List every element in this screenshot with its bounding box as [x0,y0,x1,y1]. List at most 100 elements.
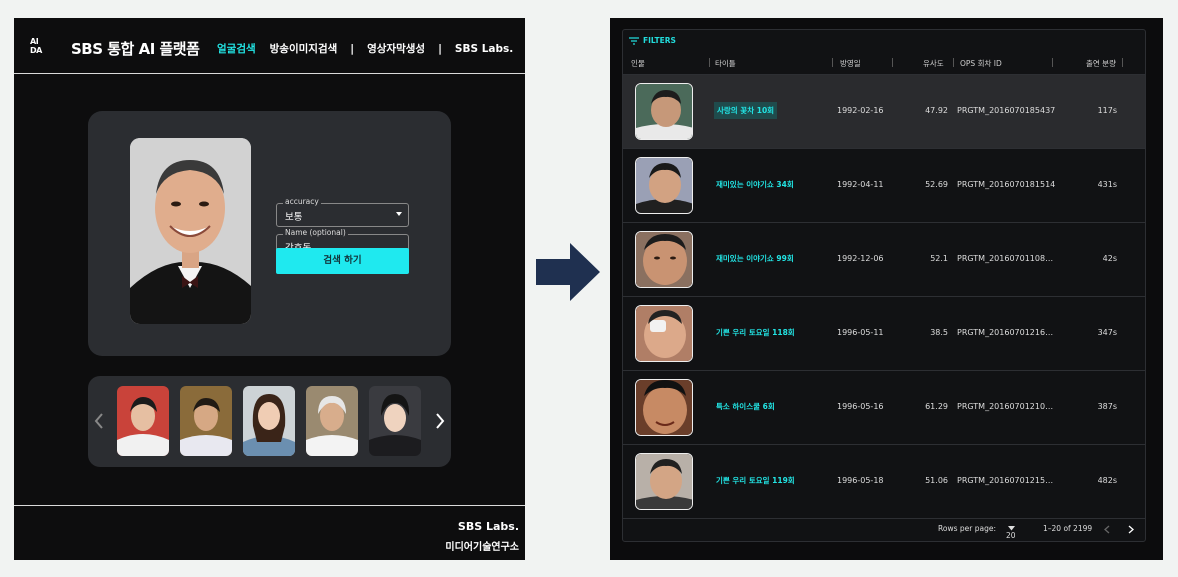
person-face-thumbnail [635,379,693,436]
col-duration[interactable]: 출연 분량 [1086,58,1116,69]
search-button[interactable]: 검색 하기 [276,248,409,274]
row-similarity: 52.1 [930,254,948,263]
chevron-right-icon[interactable] [435,412,445,430]
top-nav-bar: AI DA SBS 통합 AI 플랫폼 얼굴검색 방송이미지검색 | 영상자막생… [14,18,525,74]
face-image-6 [636,454,692,509]
chevron-right-icon[interactable] [1128,525,1134,534]
col-title[interactable]: 타이틀 [715,58,736,69]
row-ops-id: PRGTM_2016070185437 [957,106,1056,115]
row-duration: 117s [1097,106,1117,115]
nav-broadcast-image-search[interactable]: 방송이미지검색 [263,41,345,56]
person-thumbnail-1 [117,386,169,456]
col-similarity[interactable]: 유사도 [923,58,944,69]
row-title: 재미있는 이야기쇼 99회 [716,254,794,263]
nav-separator: | [438,42,442,55]
row-ops-id: PRGTM_2016070181514 [957,180,1056,189]
footer-media-tech-lab: 미디어기술연구소 [445,542,519,553]
rows-per-page-label: Rows per page: [938,524,996,533]
person-face-thumbnail [635,453,693,510]
row-title: 기쁜 우리 토요일 119회 [716,476,795,485]
face-image-3 [636,232,692,287]
face-image-2 [636,158,692,213]
row-duration: 347s [1097,328,1117,337]
table-row[interactable]: 사랑의 꽃차 10회 1992-02-16 47.92 PRGTM_201607… [623,75,1145,149]
carousel-thumb[interactable] [369,386,421,456]
nav-face-search[interactable]: 얼굴검색 [217,41,263,56]
row-duration: 431s [1097,180,1117,189]
pagination: Rows per page: 20 1–20 of 2199 [623,517,1145,541]
results-table: FILTERS 인물 타이틀 방영일 유사도 OPS 회차 ID 출연 분량 사… [622,29,1146,542]
main-nav: 얼굴검색 방송이미지검색 | 영상자막생성 | SBS Labs. [217,41,520,56]
row-duration: 42s [1102,254,1117,263]
portrait-illustration [130,138,251,324]
row-similarity: 52.69 [925,180,948,189]
filters-label: FILTERS [643,36,676,45]
carousel-thumb[interactable] [306,386,358,456]
row-title: 사랑의 꽃차 10회 [714,102,778,119]
name-label: Name (optional) [283,228,348,237]
row-date: 1992-12-06 [837,254,884,263]
table-row[interactable]: 재미있는 이야기쇼 34회 1992-04-11 52.69 PRGTM_201… [623,149,1145,223]
row-duration: 482s [1097,476,1117,485]
filter-icon [629,36,639,45]
results-panel: FILTERS 인물 타이틀 방영일 유사도 OPS 회차 ID 출연 분량 사… [610,18,1163,560]
arrow-right-icon [536,243,600,301]
table-row[interactable]: 특소 하이스쿨 6회 1996-05-16 61.29 PRGTM_201607… [623,371,1145,445]
table-row[interactable]: 기쁜 우리 토요일 118회 1996-05-11 38.5 PRGTM_201… [623,297,1145,371]
query-portrait-image[interactable] [130,138,251,324]
person-thumbnail-2 [180,386,232,456]
accuracy-value: 보통 [285,212,303,223]
face-image-1 [636,84,692,139]
celebrity-carousel [88,376,451,467]
row-date: 1996-05-16 [837,402,884,411]
carousel-thumb[interactable] [243,386,295,456]
page-range: 1–20 of 2199 [1043,524,1093,533]
chevron-left-icon[interactable] [94,412,104,430]
rows-per-page-select[interactable]: 20 [1006,524,1016,540]
search-card: accuracy 보통 Name (optional) 강호동 검색 하기 [88,111,451,356]
row-date: 1992-04-11 [837,180,884,189]
row-ops-id: PRGTM_20160701210… [957,402,1054,411]
table-header: 인물 타이틀 방영일 유사도 OPS 회차 ID 출연 분량 [623,52,1145,75]
brand-title: SBS 통합 AI 플랫폼 [71,40,200,58]
filters-button[interactable]: FILTERS [629,36,676,45]
row-title: 재미있는 이야기쇼 34회 [716,180,794,189]
row-title: 특소 하이스쿨 6회 [716,402,775,411]
accuracy-select[interactable]: accuracy 보통 [276,197,409,227]
row-ops-id: PRGTM_20160701215… [957,476,1054,485]
person-face-thumbnail [635,231,693,288]
aida-logo[interactable]: AI DA [30,37,56,57]
col-person[interactable]: 인물 [631,58,645,69]
table-row[interactable]: 기쁜 우리 토요일 119회 1996-05-18 51.06 PRGTM_20… [623,445,1145,519]
row-date: 1996-05-11 [837,328,884,337]
row-date: 1992-02-16 [837,106,884,115]
face-image-5 [636,380,692,435]
col-ops-id[interactable]: OPS 회차 ID [960,58,1002,69]
person-face-thumbnail [635,305,693,362]
person-thumbnail-4 [306,386,358,456]
table-row[interactable]: 재미있는 이야기쇼 99회 1992-12-06 52.1 PRGTM_2016… [623,223,1145,297]
chevron-down-icon [396,212,402,216]
accuracy-label: accuracy [283,197,321,206]
col-airdate[interactable]: 방영일 [840,58,861,69]
nav-subtitle-generation[interactable]: 영상자막생성 [360,41,432,56]
nav-sbs-labs[interactable]: SBS Labs. [448,43,520,55]
row-ops-id: PRGTM_20160701216… [957,328,1054,337]
row-date: 1996-05-18 [837,476,884,485]
person-face-thumbnail [635,157,693,214]
chevron-left-icon[interactable] [1104,525,1110,534]
row-similarity: 61.29 [925,402,948,411]
person-face-thumbnail [635,83,693,140]
row-similarity: 51.06 [925,476,948,485]
row-similarity: 47.92 [925,106,948,115]
person-thumbnail-3 [243,386,295,456]
carousel-thumb[interactable] [117,386,169,456]
row-duration: 387s [1097,402,1117,411]
face-search-panel: AI DA SBS 통합 AI 플랫폼 얼굴검색 방송이미지검색 | 영상자막생… [14,18,525,560]
row-ops-id: PRGTM_20160701108… [957,254,1054,263]
carousel-thumb[interactable] [180,386,232,456]
row-similarity: 38.5 [930,328,948,337]
nav-separator: | [350,42,355,55]
person-thumbnail-5 [369,386,421,456]
row-title: 기쁜 우리 토요일 118회 [716,328,795,337]
